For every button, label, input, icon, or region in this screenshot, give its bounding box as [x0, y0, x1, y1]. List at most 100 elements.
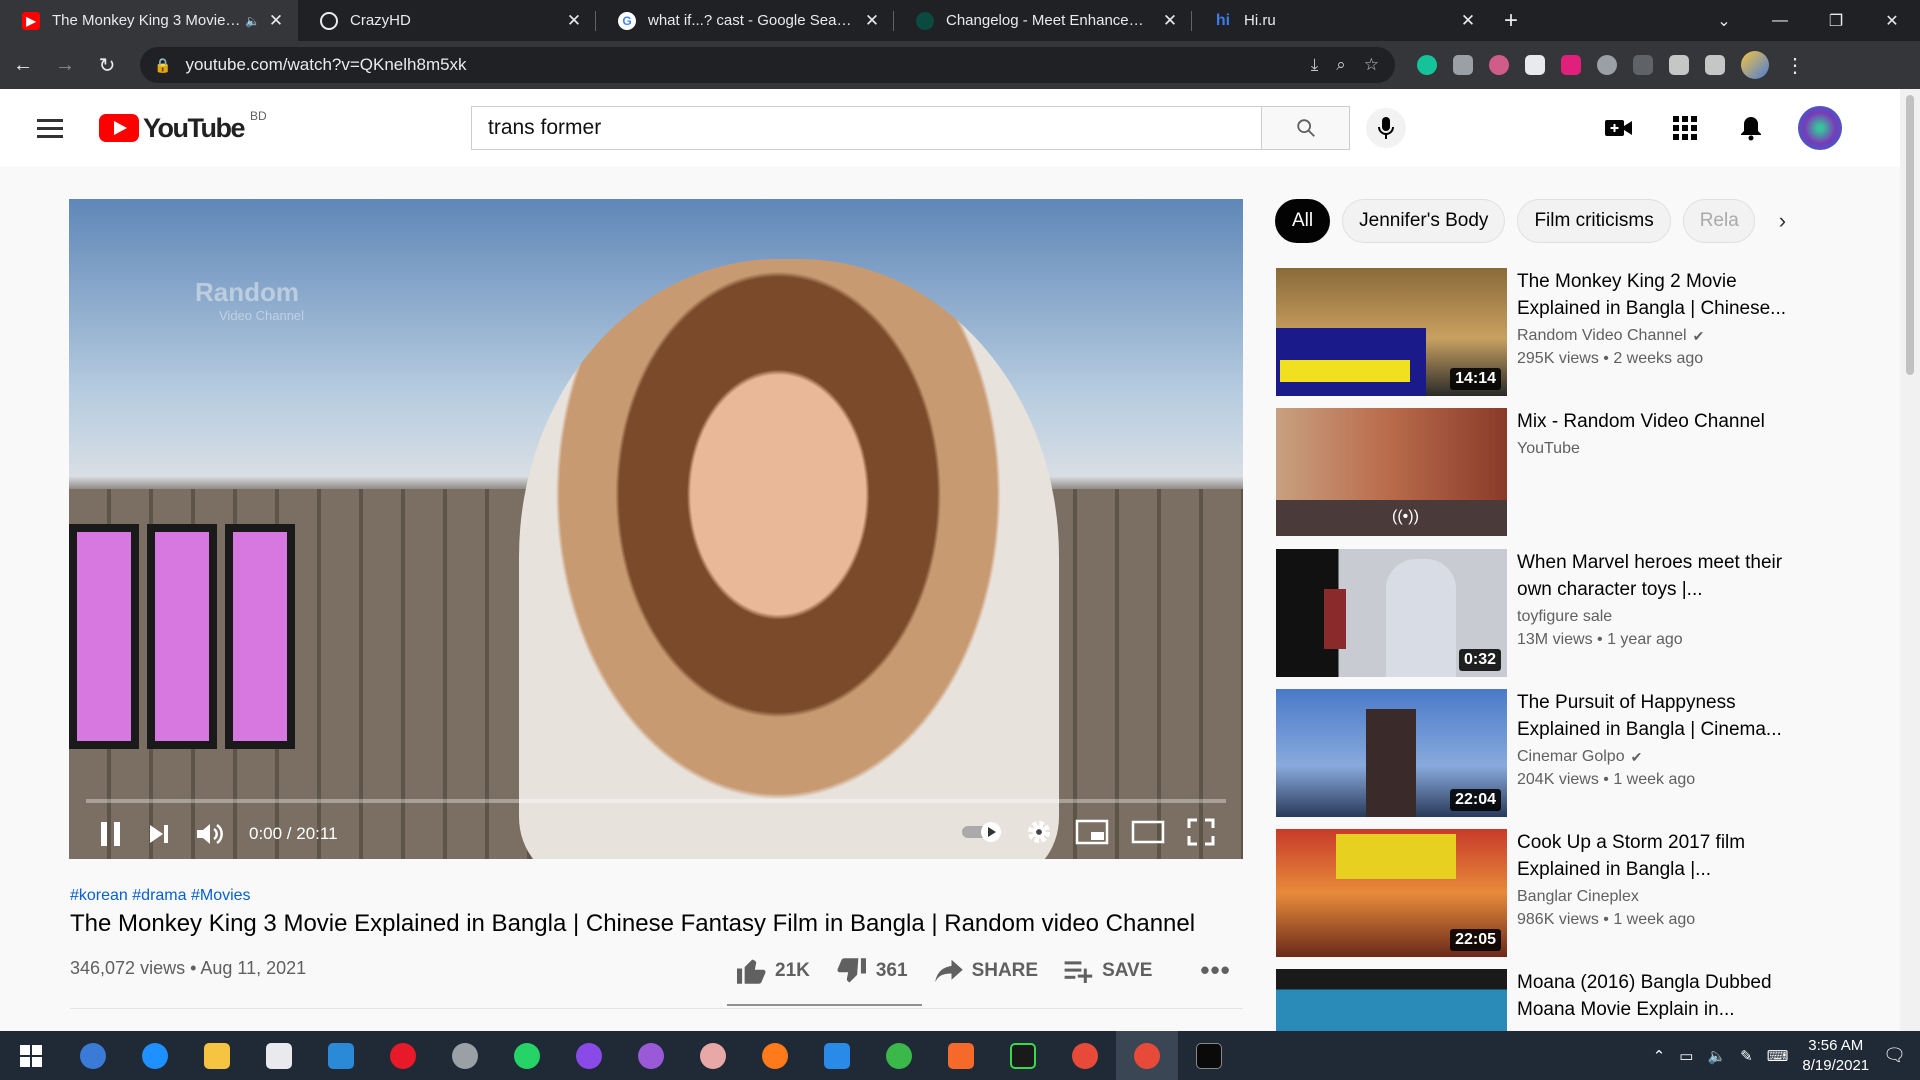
more-actions-icon[interactable]: •••	[1200, 955, 1230, 986]
hashtags[interactable]: #korean #drama #Movies	[70, 887, 251, 905]
channel-name[interactable]: Cinemar Golpo	[1517, 748, 1625, 766]
video-thumbnail[interactable]: 22:04	[1276, 689, 1507, 817]
omnibox[interactable]: 🔒 youtube.com/watch?v=QKnelh8m5xk ⤓ ⌕ ☆	[140, 47, 1395, 83]
tab-changelog[interactable]: Changelog - Meet Enhancement ✕	[894, 0, 1192, 41]
install-icon[interactable]: ⤓	[1311, 55, 1319, 75]
taskbar-messenger[interactable]	[558, 1031, 620, 1080]
reload-icon[interactable]: ↻	[88, 53, 126, 78]
grammarly-extension-icon[interactable]	[1417, 55, 1437, 75]
share-button[interactable]: SHARE	[934, 958, 1038, 984]
taskbar-app3[interactable]	[868, 1031, 930, 1080]
pen-icon[interactable]: ✎	[1740, 1047, 1753, 1065]
channel-name[interactable]: toyfigure sale	[1517, 608, 1612, 626]
tab-crazyhd[interactable]: CrazyHD ✕	[298, 0, 596, 41]
recommendation-item[interactable]: 22:05 Cook Up a Storm 2017 film Explaine…	[1276, 829, 1776, 957]
next-button[interactable]	[147, 822, 171, 846]
tab-search-icon[interactable]: ⌄	[1696, 11, 1752, 31]
settings-button[interactable]	[1025, 818, 1053, 851]
youtube-logo[interactable]: YouTube BD	[99, 109, 267, 144]
download-extension-icon[interactable]	[1597, 55, 1617, 75]
video-player[interactable]: Random Video Channel 0:00 / 20:11	[69, 199, 1243, 859]
restore-icon[interactable]: ❐	[1808, 11, 1864, 31]
extension-icon[interactable]	[1525, 55, 1545, 75]
video-thumbnail[interactable]: 14:14	[1276, 268, 1507, 396]
puzzle-extensions-icon[interactable]	[1669, 55, 1689, 75]
speaker-icon[interactable]: 🔈	[245, 14, 260, 28]
taskbar-github[interactable]	[620, 1031, 682, 1080]
autoplay-toggle[interactable]	[961, 821, 1003, 848]
progress-bar[interactable]	[86, 799, 1226, 803]
notifications-button[interactable]	[1718, 115, 1784, 141]
lock-icon[interactable]: 🔒	[154, 57, 171, 74]
url-text[interactable]: youtube.com/watch?v=QKnelh8m5xk	[185, 55, 1310, 75]
search-input[interactable]: trans former	[471, 106, 1261, 150]
video-thumbnail[interactable]: ((•))	[1276, 408, 1507, 536]
close-tab-icon[interactable]: ✕	[862, 11, 882, 31]
taskbar-whatsapp[interactable]	[496, 1031, 558, 1080]
chip-jennifers-body[interactable]: Jennifer's Body	[1342, 199, 1506, 243]
recommendation-title[interactable]: Moana (2016) Bangla Dubbed | Moana Movie…	[1517, 969, 1776, 1023]
chevron-right-icon[interactable]: ›	[1779, 208, 1786, 234]
taskbar-app4[interactable]	[930, 1031, 992, 1080]
voice-search-button[interactable]	[1366, 108, 1406, 148]
account-avatar[interactable]	[1798, 106, 1842, 150]
clock[interactable]: 3:56 AM 8/19/2021	[1802, 1036, 1869, 1076]
taskbar-terminal[interactable]	[1178, 1031, 1240, 1080]
keyboard-icon[interactable]: ⌨	[1767, 1047, 1789, 1065]
close-tab-icon[interactable]: ✕	[564, 11, 584, 31]
recommendation-item[interactable]: 22:04 The Pursuit of Happyness Explained…	[1276, 689, 1782, 817]
taskbar-firefox[interactable]	[744, 1031, 806, 1080]
recommendation-item[interactable]: 14:14 The Monkey King 2 Movie Explained …	[1276, 268, 1786, 396]
back-icon[interactable]: ←	[4, 54, 42, 77]
miniplayer-button[interactable]	[1075, 819, 1109, 850]
tab-hiru[interactable]: hi Hi.ru ✕	[1192, 0, 1490, 41]
recommendation-title[interactable]: When Marvel heroes meet their own charac…	[1517, 549, 1797, 603]
zoom-icon[interactable]: ⌕	[1336, 55, 1346, 75]
bookmark-star-icon[interactable]: ☆	[1364, 55, 1379, 75]
new-tab-icon[interactable]: +	[1504, 7, 1518, 35]
tray-chevron-up-icon[interactable]: ⌃	[1653, 1047, 1666, 1065]
camera-extension-icon[interactable]	[1453, 55, 1473, 75]
chrome-menu-icon[interactable]: ⋮	[1785, 53, 1805, 78]
search-button[interactable]	[1261, 106, 1350, 150]
recommendation-item[interactable]: 0:32 When Marvel heroes meet their own c…	[1276, 549, 1782, 677]
chip-film-criticisms[interactable]: Film criticisms	[1517, 199, 1671, 243]
notification-center-icon[interactable]: 🗨	[1883, 1045, 1906, 1066]
tab-google-search[interactable]: G what if...? cast - Google Search ✕	[596, 0, 894, 41]
recommendation-item[interactable]: ((•)) Mix - Random Video Channel YouTube	[1276, 408, 1776, 536]
taskbar-app2[interactable]	[682, 1031, 744, 1080]
taskbar-store[interactable]	[248, 1031, 310, 1080]
pause-button[interactable]	[99, 820, 123, 848]
channel-name[interactable]: Banglar Cineplex	[1517, 888, 1639, 906]
play-extension-icon[interactable]	[1561, 55, 1581, 75]
apps-button[interactable]	[1652, 116, 1718, 140]
video-thumbnail[interactable]	[1276, 969, 1507, 1031]
close-tab-icon[interactable]: ✕	[1160, 11, 1180, 31]
recommendation-title[interactable]: Cook Up a Storm 2017 film Explained in B…	[1517, 829, 1797, 883]
create-video-button[interactable]	[1586, 118, 1652, 138]
close-tab-icon[interactable]: ✕	[1458, 11, 1478, 31]
taskbar-chrome[interactable]	[1054, 1031, 1116, 1080]
menu-icon[interactable]	[37, 118, 63, 138]
taskbar-file-explorer[interactable]	[186, 1031, 248, 1080]
recommendation-title[interactable]: Mix - Random Video Channel	[1517, 408, 1797, 435]
fullscreen-button[interactable]	[1187, 818, 1215, 851]
video-thumbnail[interactable]: 22:05	[1276, 829, 1507, 957]
like-button[interactable]: 21K	[735, 957, 810, 985]
taskbar-pycharm[interactable]	[992, 1031, 1054, 1080]
theater-mode-button[interactable]	[1131, 820, 1165, 849]
minimize-icon[interactable]: —	[1752, 12, 1808, 30]
save-button[interactable]: SAVE	[1064, 959, 1152, 983]
forward-icon[interactable]: →	[46, 54, 84, 77]
chip-related[interactable]: Rela	[1682, 199, 1755, 243]
media-control-icon[interactable]	[1705, 55, 1725, 75]
profile-avatar[interactable]	[1741, 51, 1769, 79]
volume-tray-icon[interactable]: 🔈	[1707, 1047, 1726, 1065]
chip-all[interactable]: All	[1275, 199, 1331, 243]
channel-name[interactable]: YouTube	[1517, 440, 1580, 458]
close-window-icon[interactable]: ✕	[1864, 11, 1920, 31]
taskbar-app[interactable]	[434, 1031, 496, 1080]
recommendation-item[interactable]: Moana (2016) Bangla Dubbed | Moana Movie…	[1276, 969, 1776, 1031]
globe-extension-icon[interactable]	[1489, 55, 1509, 75]
start-button[interactable]	[0, 1031, 62, 1080]
